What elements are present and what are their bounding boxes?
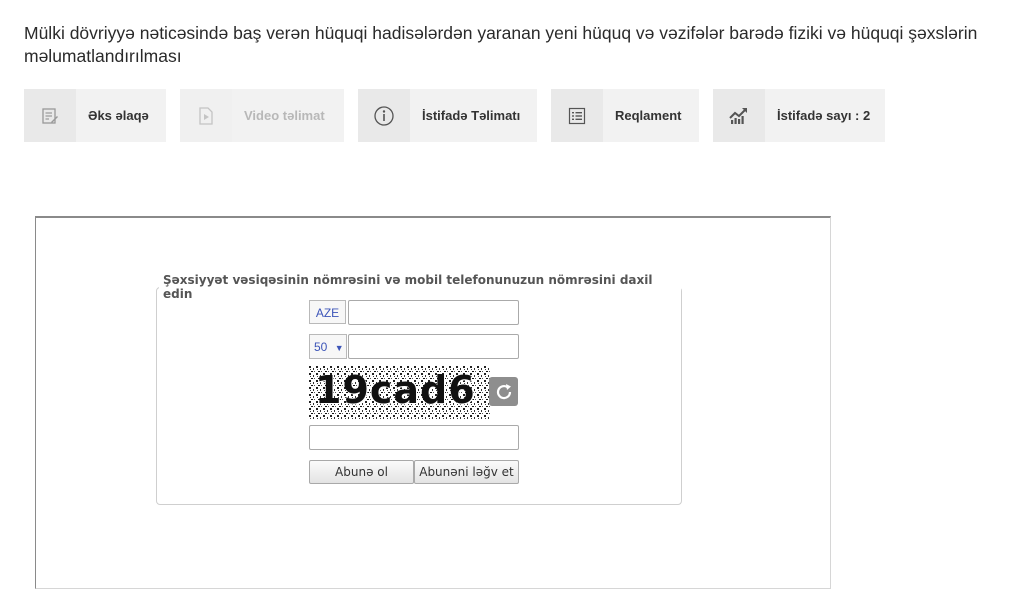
list-icon-box <box>551 89 603 142</box>
phone-row: 50 ▼ <box>309 334 519 359</box>
id-row: AZE <box>309 300 519 325</box>
info-icon-box <box>358 89 410 142</box>
usage-chart-icon-box <box>713 89 765 142</box>
captcha-text: 19cad6 <box>315 368 476 412</box>
user-guide-button[interactable]: İstifadə Təlimatı <box>358 89 537 142</box>
phone-code-value: 50 <box>314 340 328 354</box>
video-tutorial-button[interactable]: Video təlimat <box>180 89 344 142</box>
feedback-icon-box <box>24 89 76 142</box>
chevron-down-icon: ▼ <box>334 343 344 353</box>
captcha-image: 19cad6 <box>309 366 490 419</box>
user-guide-label: İstifadə Təlimatı <box>422 108 521 123</box>
id-prefix-label: AZE <box>309 300 346 324</box>
regulation-button[interactable]: Reqlament <box>551 89 699 142</box>
video-icon-box <box>180 89 232 142</box>
usage-count-label: İstifadə sayı : 2 <box>777 108 871 123</box>
id-number-input[interactable] <box>348 300 519 325</box>
feedback-icon <box>42 107 58 124</box>
video-tutorial-label: Video təlimat <box>244 108 325 123</box>
info-icon <box>374 105 394 126</box>
subscribe-button[interactable]: Abunə ol <box>309 460 414 484</box>
feedback-button[interactable]: Əks əlaqə <box>24 89 166 142</box>
usage-count-button[interactable]: İstifadə sayı : 2 <box>713 89 885 142</box>
video-icon <box>199 106 213 125</box>
list-icon <box>568 107 586 124</box>
unsubscribe-button[interactable]: Abunəni ləğv et <box>414 460 519 484</box>
regulation-label: Reqlament <box>615 108 682 123</box>
feedback-label: Əks əlaqə <box>88 108 149 123</box>
phone-code-select[interactable]: 50 ▼ <box>309 334 347 359</box>
usage-chart-icon <box>729 107 747 124</box>
refresh-icon <box>496 383 511 399</box>
phone-number-input[interactable] <box>348 334 519 359</box>
captcha-refresh-button[interactable] <box>489 377 518 406</box>
form-legend: Şəxsiyyət vəsiqəsinin nömrəsini və mobil… <box>163 273 653 301</box>
subscription-frame: Şəxsiyyət vəsiqəsinin nömrəsini və mobil… <box>35 216 831 589</box>
page-title: Mülki dövriyyə nəticəsində baş verən hüq… <box>24 23 978 66</box>
captcha-input[interactable] <box>309 425 519 450</box>
